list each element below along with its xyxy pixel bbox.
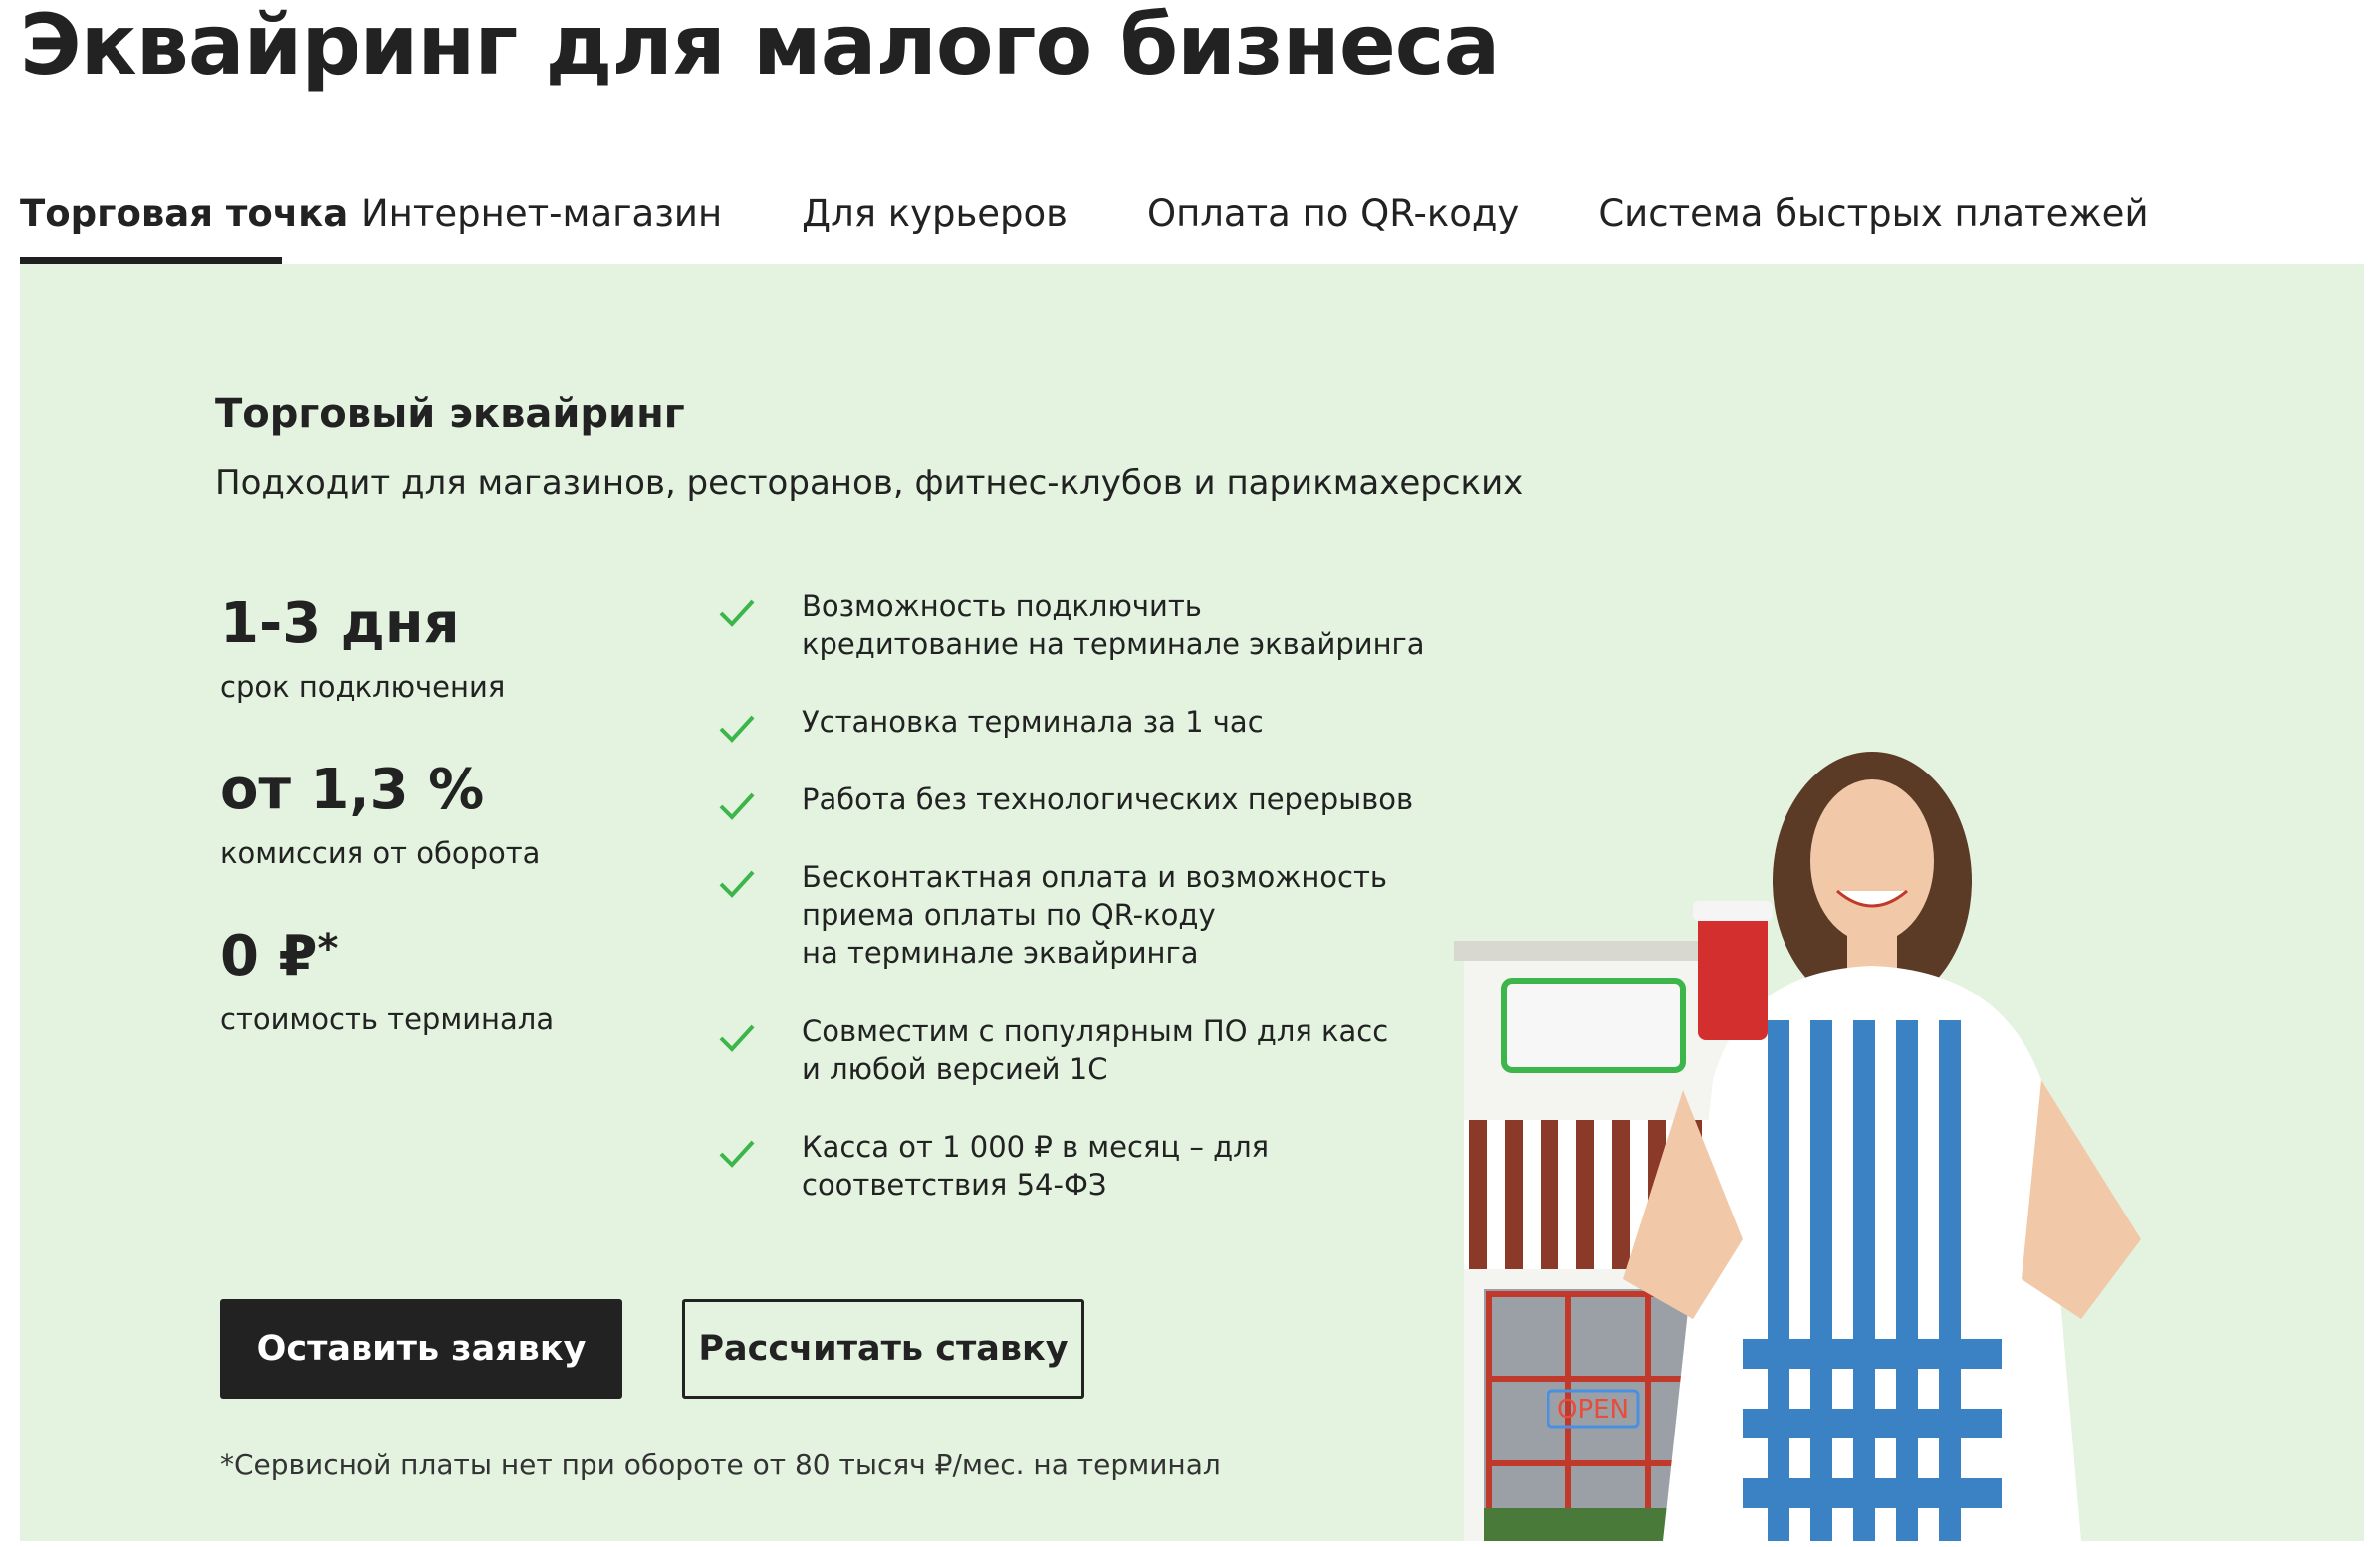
check-icon xyxy=(719,1024,755,1052)
feature-text: Совместим с популярным ПО для касс и люб… xyxy=(802,1012,1439,1088)
stat-value: от 1,3 % xyxy=(220,758,485,822)
submit-application-button[interactable]: Оставить заявку xyxy=(220,1299,622,1399)
stat-value-text: 0 ₽ xyxy=(220,924,318,989)
feature-line: приема оплаты по QR-коду xyxy=(802,898,1216,932)
check-icon xyxy=(719,715,755,743)
feature-line: на терминале эквайринга xyxy=(802,936,1199,970)
feature-line: Совместим с популярным ПО для касс xyxy=(802,1014,1389,1048)
page-title: Эквайринг для малого бизнеса xyxy=(20,0,1500,94)
stat-connection-time: 1-3 дня срок подключения xyxy=(220,591,506,705)
product-tabs: Торговая точка Интернет-магазин Для курь… xyxy=(20,184,2149,264)
hero-panel: Торговый эквайринг Подходит для магазино… xyxy=(20,264,2364,1541)
calculate-rate-button[interactable]: Рассчитать ставку xyxy=(682,1299,1084,1399)
hero-illustration: OPEN xyxy=(1454,752,2141,1541)
feature-line: Касса от 1 000 ₽ в месяц – для xyxy=(802,1130,1270,1164)
check-icon xyxy=(719,1140,755,1168)
feature-text: Работа без технологических перерывов xyxy=(802,780,1439,818)
stat-terminal-cost: 0 ₽* стоимость терминала xyxy=(220,925,555,1037)
feature-text: Бесконтактная оплата и возможность прием… xyxy=(802,858,1439,972)
feature-line: и любой версией 1С xyxy=(802,1052,1108,1086)
feature-line: Возможность подключить xyxy=(802,589,1202,623)
feature-text: Возможность подключить кредитование на т… xyxy=(802,587,1439,663)
woman-image xyxy=(1623,752,2141,1541)
check-icon xyxy=(719,599,755,627)
tab-qr-payment[interactable]: Оплата по QR-коду xyxy=(1147,184,1519,264)
feature-text: Установка терминала за 1 час xyxy=(802,703,1439,741)
feature-text: Касса от 1 000 ₽ в месяц – для соответст… xyxy=(802,1128,1439,1204)
check-icon xyxy=(719,792,755,820)
feature-line: Установка терминала за 1 час xyxy=(802,705,1264,739)
tab-online-store[interactable]: Интернет-магазин xyxy=(361,184,722,264)
tab-couriers[interactable]: Для курьеров xyxy=(802,184,1068,264)
stat-value: 1-3 дня xyxy=(220,591,460,656)
feature-line: Работа без технологических перерывов xyxy=(802,782,1414,816)
open-sign: OPEN xyxy=(1557,1395,1629,1425)
stat-commission: от 1,3 % комиссия от оборота xyxy=(220,758,541,871)
feature-line: кредитование на терминале эквайринга xyxy=(802,627,1425,661)
tab-fast-payments[interactable]: Система быстрых платежей xyxy=(1598,184,2148,264)
stat-label: комиссия от оборота xyxy=(220,836,541,870)
feature-line: Бесконтактная оплата и возможность xyxy=(802,860,1387,894)
footnote-asterisk: * xyxy=(317,926,339,972)
hero-subtitle: Подходит для магазинов, ресторанов, фитн… xyxy=(215,463,1524,503)
check-icon xyxy=(719,870,755,898)
stat-value: 0 ₽* xyxy=(220,925,554,989)
tab-retail-point[interactable]: Торговая точка xyxy=(20,184,348,264)
hero-title: Торговый эквайринг xyxy=(215,391,685,437)
stat-label: срок подключения xyxy=(220,670,506,704)
page: Эквайринг для малого бизнеса Торговая то… xyxy=(0,0,2380,1547)
stat-label: стоимость терминала xyxy=(220,1002,555,1036)
footnote: *Сервисной платы нет при обороте от 80 т… xyxy=(220,1448,1221,1481)
feature-line: соответствия 54-ФЗ xyxy=(802,1168,1107,1202)
